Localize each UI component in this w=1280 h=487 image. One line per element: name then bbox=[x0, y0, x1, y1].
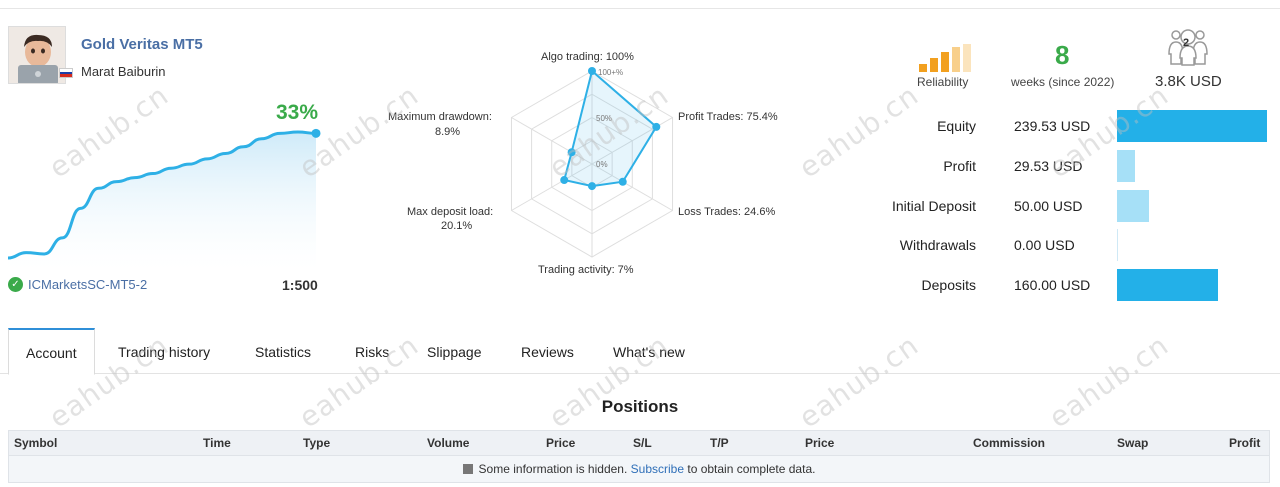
col-type: Type bbox=[303, 436, 331, 450]
radar-label-loss: Loss Trades: 24.6% bbox=[678, 206, 775, 218]
radar-value-drawdown: 8.9% bbox=[435, 126, 460, 138]
col-time: Time bbox=[203, 436, 231, 450]
hidden-info-suffix: to obtain complete data. bbox=[687, 462, 816, 476]
balance-label: Equity bbox=[937, 118, 976, 134]
verified-check-icon: ✓ bbox=[8, 277, 23, 292]
tab-reviews[interactable]: Reviews bbox=[521, 328, 574, 374]
growth-area bbox=[8, 132, 316, 270]
col-price-current: Price bbox=[805, 436, 835, 450]
col-symbol: Symbol bbox=[14, 436, 58, 450]
radar-point bbox=[567, 148, 576, 157]
balance-bar bbox=[1117, 269, 1218, 301]
radar-point bbox=[588, 67, 596, 75]
hidden-info-row: Some information is hidden. Subscribe to… bbox=[8, 456, 1270, 483]
radar-polygon bbox=[562, 69, 658, 188]
tab-risks[interactable]: Risks bbox=[355, 328, 389, 374]
growth-chart bbox=[7, 128, 321, 270]
reliability-bars-icon bbox=[919, 44, 971, 72]
radar-label-algo: Algo trading: 100% bbox=[541, 51, 634, 63]
radar-label-deposit-load: Max deposit load: bbox=[407, 206, 493, 218]
tab-statistics[interactable]: Statistics bbox=[255, 328, 311, 374]
balance-row-deposits: Deposits 160.00 USD bbox=[840, 269, 1280, 301]
author-avatar[interactable] bbox=[8, 26, 66, 84]
risk-radar-chart: 100+% 50% 0% Algo trading: 100% Profit T… bbox=[388, 51, 778, 276]
tab-account[interactable]: Account bbox=[8, 328, 95, 375]
broker-server[interactable]: ✓ ICMarketsSC-MT5-2 bbox=[8, 277, 147, 292]
balance-row-profit: Profit 29.53 USD bbox=[840, 150, 1280, 182]
growth-end-point bbox=[311, 128, 321, 138]
balance-row-initial-deposit: Initial Deposit 50.00 USD bbox=[840, 190, 1280, 222]
positions-title: Positions bbox=[601, 397, 679, 416]
radar-tick-100: 100+% bbox=[598, 68, 623, 77]
balance-bar bbox=[1117, 150, 1135, 182]
balance-row-equity: Equity 239.53 USD bbox=[840, 110, 1280, 142]
col-commission: Commission bbox=[973, 436, 1046, 450]
balance-bar bbox=[1117, 229, 1118, 261]
radar-tick-50: 50% bbox=[596, 114, 612, 123]
weeks-label: weeks (since 2022) bbox=[1011, 75, 1115, 89]
radar-point bbox=[652, 122, 661, 131]
tab-slippage[interactable]: Slippage bbox=[427, 328, 482, 374]
country-flag bbox=[59, 68, 73, 78]
subscribe-link[interactable]: Subscribe bbox=[631, 462, 684, 476]
balance-label: Deposits bbox=[921, 277, 976, 293]
hidden-info-text: Some information is hidden. bbox=[478, 462, 628, 476]
broker-name[interactable]: ICMarketsSC-MT5-2 bbox=[28, 277, 147, 292]
balance-bar bbox=[1117, 110, 1267, 142]
signal-title[interactable]: Gold Veritas MT5 bbox=[81, 36, 203, 53]
col-price-open: Price bbox=[546, 436, 576, 450]
weeks-value: 8 bbox=[1055, 40, 1070, 70]
tab-whats-new[interactable]: What's new bbox=[613, 328, 685, 374]
balance-label: Initial Deposit bbox=[891, 198, 976, 214]
balance-label: Withdrawals bbox=[899, 237, 976, 253]
tab-bar: Account Trading history Statistics Risks… bbox=[0, 328, 1280, 375]
radar-label-profit: Profit Trades: 75.4% bbox=[678, 111, 778, 123]
col-sl: S/L bbox=[633, 436, 652, 450]
balance-value: 239.53 USD bbox=[1014, 118, 1091, 134]
subscribers-count: 2 bbox=[1183, 37, 1190, 49]
radar-point bbox=[618, 177, 627, 186]
reliability-label: Reliability bbox=[917, 75, 969, 89]
balance-value: 29.53 USD bbox=[1014, 158, 1083, 174]
balance-value: 160.00 USD bbox=[1014, 277, 1091, 293]
subscribers-funds: 3.8K USD bbox=[1155, 73, 1222, 90]
col-tp: T/P bbox=[710, 436, 729, 450]
balance-value: 50.00 USD bbox=[1014, 198, 1083, 214]
balance-value: 0.00 USD bbox=[1014, 237, 1075, 253]
col-swap: Swap bbox=[1117, 436, 1149, 450]
leverage: 1:500 bbox=[282, 277, 318, 293]
radar-label-activity: Trading activity: 7% bbox=[538, 264, 634, 276]
lock-icon bbox=[462, 464, 473, 474]
top-divider bbox=[0, 8, 1280, 9]
radar-point bbox=[560, 176, 569, 185]
tab-trading-history[interactable]: Trading history bbox=[118, 328, 210, 374]
radar-tick-0: 0% bbox=[596, 160, 608, 169]
author-name[interactable]: Marat Baiburin bbox=[81, 64, 166, 79]
balance-row-withdrawals: Withdrawals 0.00 USD bbox=[840, 229, 1280, 261]
radar-value-deposit-load: 20.1% bbox=[441, 220, 472, 232]
col-volume: Volume bbox=[427, 436, 470, 450]
col-profit: Profit bbox=[1229, 436, 1261, 450]
balance-bar bbox=[1117, 190, 1149, 222]
positions-table-header: Symbol Time Type Volume Price S/L T/P Pr… bbox=[8, 430, 1270, 456]
flag-stripe bbox=[60, 74, 72, 77]
radar-label-drawdown: Maximum drawdown: bbox=[388, 111, 492, 123]
balance-label: Profit bbox=[943, 158, 976, 174]
radar-point bbox=[588, 182, 596, 191]
